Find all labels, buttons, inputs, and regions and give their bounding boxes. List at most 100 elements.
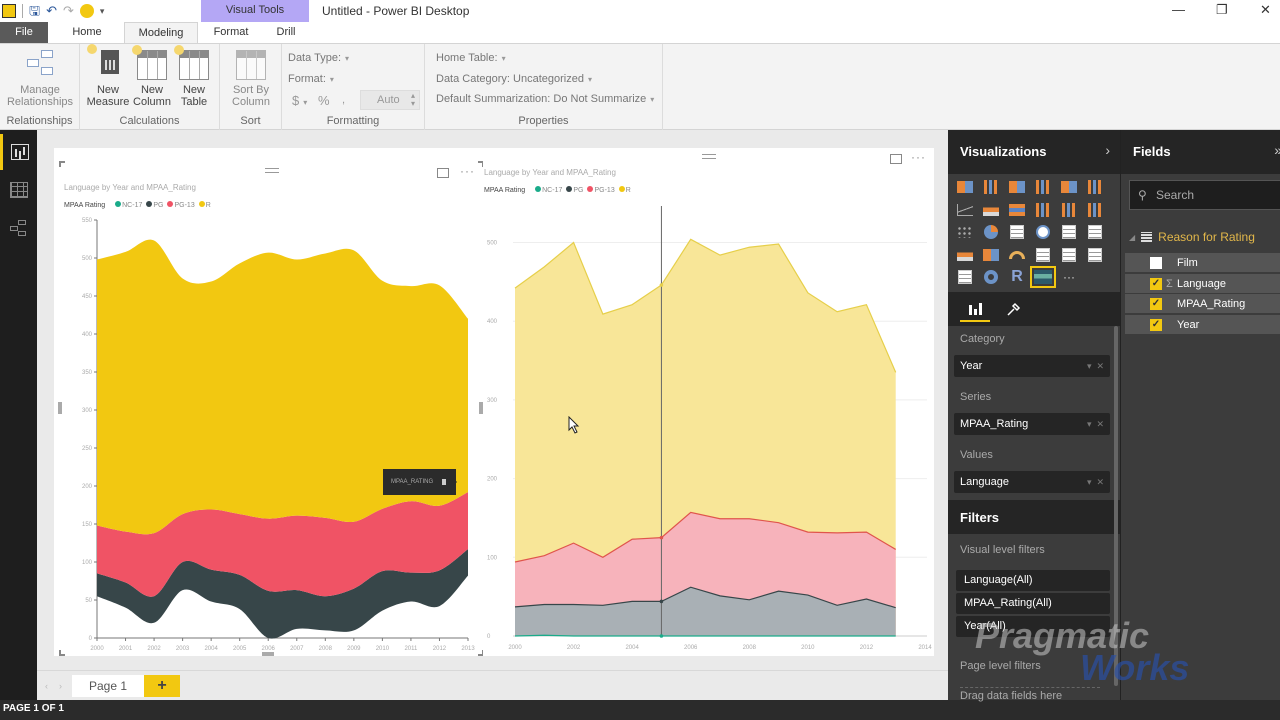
stepper-arrows-icon[interactable]: ▴ ▾	[411, 92, 415, 108]
resize-handle[interactable]	[59, 161, 65, 167]
customize-qat-icon[interactable]: ▾	[100, 4, 105, 18]
page-tab[interactable]: Page 1	[72, 675, 144, 697]
default-summarization-dropdown[interactable]: Default Summarization: Do Not Summarize ▾	[436, 93, 654, 105]
stacked-area-visual[interactable]: ··· Language by Year and MPAA_Rating MPA…	[483, 148, 934, 656]
filter-language[interactable]: Language(All)	[956, 570, 1110, 591]
area-chart-icon[interactable]	[980, 201, 1002, 219]
card-icon[interactable]	[1058, 246, 1080, 264]
clustered-column-chart-icon[interactable]	[1032, 178, 1054, 196]
line-and-clustered-column-chart-icon[interactable]	[1058, 201, 1080, 219]
clustered-bar-chart-icon[interactable]	[1006, 178, 1028, 196]
sort-by-column-button[interactable]: Sort By Column	[226, 50, 276, 108]
relationships-view-button[interactable]	[0, 210, 37, 246]
new-measure-button[interactable]: New Measure	[86, 44, 130, 108]
format-tab[interactable]	[998, 298, 1028, 322]
resize-handle[interactable]	[262, 652, 274, 656]
tab-drill[interactable]: Drill	[266, 22, 306, 43]
decimal-places-stepper[interactable]: Auto ▴ ▾	[360, 90, 420, 110]
report-view-button[interactable]	[0, 134, 37, 170]
currency-button[interactable]: $ ▾	[292, 93, 307, 108]
tab-format[interactable]: Format	[206, 22, 256, 43]
resize-handle[interactable]	[58, 402, 62, 414]
field-checkbox[interactable]: ✓	[1150, 298, 1162, 310]
line-chart-icon[interactable]	[954, 201, 976, 219]
field-item[interactable]: ✓ MPAA_Rating	[1125, 294, 1280, 314]
expand-collapse-icon[interactable]: ◢	[1129, 233, 1135, 242]
previous-page-icon[interactable]: ‹	[45, 681, 48, 691]
chevron-down-icon: ▾	[345, 54, 350, 63]
fields-search-input[interactable]: ⚲ Search	[1129, 180, 1280, 210]
pane-scrollbar[interactable]	[1114, 326, 1118, 686]
r-visual-icon[interactable]: R	[1006, 268, 1028, 286]
scatter-chart-icon[interactable]	[954, 223, 976, 241]
new-table-button[interactable]: New Table	[174, 45, 214, 108]
funnel-icon[interactable]	[980, 246, 1002, 264]
table-node[interactable]: ◢ Reason for Rating	[1129, 230, 1255, 244]
field-item[interactable]: ✓ Σ Language	[1125, 273, 1280, 294]
tab-home[interactable]: Home	[62, 22, 112, 43]
comma-button[interactable]: ,	[342, 94, 345, 106]
treemap-icon[interactable]	[1006, 223, 1028, 241]
field-checkbox[interactable]: ✓	[1150, 318, 1162, 331]
pie-chart-icon[interactable]	[980, 223, 1002, 241]
more-visuals-icon[interactable]: ···	[1058, 268, 1080, 286]
filter-mpaa-rating[interactable]: MPAA_Rating(All)	[956, 593, 1110, 614]
smiley-feedback-icon[interactable]	[79, 4, 94, 18]
fields-tab[interactable]	[960, 298, 990, 322]
collapse-fields-icon[interactable]: »	[1274, 142, 1280, 158]
slicer-icon[interactable]	[954, 268, 976, 286]
percent-button[interactable]: %	[318, 93, 330, 108]
chevron-right-icon[interactable]: ›	[1105, 142, 1110, 158]
home-table-dropdown[interactable]: Home Table: ▾	[436, 52, 506, 64]
stacked-bar-chart-icon[interactable]	[954, 178, 976, 196]
field-checkbox[interactable]: ✓	[1150, 277, 1162, 290]
donut-chart-icon[interactable]	[980, 268, 1002, 286]
manage-relationships-button[interactable]: Manage Relationships	[4, 50, 76, 108]
format-dropdown[interactable]: Format: ▾	[288, 73, 334, 85]
well-controls[interactable]: ▾ ✕	[1087, 471, 1104, 493]
map-icon[interactable]	[1032, 223, 1054, 241]
100-stacked-bar-chart-icon[interactable]	[1058, 178, 1080, 196]
table-icon[interactable]	[1058, 223, 1080, 241]
report-canvas[interactable]: ··· Language by Year and MPAA_Rating MPA…	[37, 130, 948, 670]
streamgraph-custom-visual-icon[interactable]	[1030, 266, 1056, 289]
kpi-icon[interactable]	[1084, 246, 1106, 264]
next-page-icon[interactable]: ›	[59, 681, 62, 691]
new-column-button[interactable]: New Column	[130, 45, 174, 108]
save-icon[interactable]: 🖫	[29, 4, 40, 18]
hover-point	[659, 599, 664, 604]
waterfall-chart-icon[interactable]	[1084, 201, 1106, 219]
stacked-column-chart-icon[interactable]	[980, 178, 1002, 196]
undo-icon[interactable]: ↶	[46, 4, 57, 18]
filled-map-icon[interactable]	[954, 246, 976, 264]
gauge-icon[interactable]	[1006, 246, 1028, 264]
streamgraph-visual[interactable]: ··· Language by Year and MPAA_Rating MPA…	[60, 162, 483, 654]
field-item[interactable]: Film	[1125, 253, 1280, 273]
tab-modeling[interactable]: Modeling	[124, 22, 198, 43]
resize-handle[interactable]	[59, 650, 65, 656]
values-well[interactable]: Language ▾ ✕	[954, 471, 1110, 493]
close-button[interactable]: ✕	[1260, 2, 1271, 18]
data-category-dropdown[interactable]: Data Category: Uncategorized ▾	[436, 73, 592, 85]
data-type-dropdown[interactable]: Data Type: ▾	[288, 52, 349, 64]
field-item[interactable]: ✓ Year	[1125, 314, 1280, 335]
drag-fields-drop-zone[interactable]: Drag data fields here	[960, 687, 1100, 702]
minimize-button[interactable]: —	[1172, 2, 1185, 17]
well-controls[interactable]: ▾ ✕	[1087, 413, 1104, 435]
filters-header: Filters	[948, 500, 1120, 534]
multi-row-card-icon[interactable]	[1032, 246, 1054, 264]
100-stacked-column-chart-icon[interactable]	[1084, 178, 1106, 196]
matrix-icon[interactable]	[1084, 223, 1106, 241]
field-checkbox[interactable]	[1150, 257, 1162, 269]
stacked-area-chart-icon[interactable]	[1006, 201, 1028, 219]
filter-year[interactable]: Year(All)	[956, 616, 1110, 637]
redo-icon[interactable]: ↷	[63, 4, 74, 18]
line-and-stacked-column-chart-icon[interactable]	[1032, 201, 1054, 219]
add-page-button[interactable]: +	[144, 675, 180, 697]
category-well[interactable]: Year ▾ ✕	[954, 355, 1110, 377]
tab-file[interactable]: File	[0, 22, 48, 43]
data-view-button[interactable]	[0, 172, 37, 208]
restore-button[interactable]: ❐	[1216, 2, 1228, 18]
well-controls[interactable]: ▾ ✕	[1087, 355, 1104, 377]
series-well[interactable]: MPAA_Rating ▾ ✕	[954, 413, 1110, 435]
